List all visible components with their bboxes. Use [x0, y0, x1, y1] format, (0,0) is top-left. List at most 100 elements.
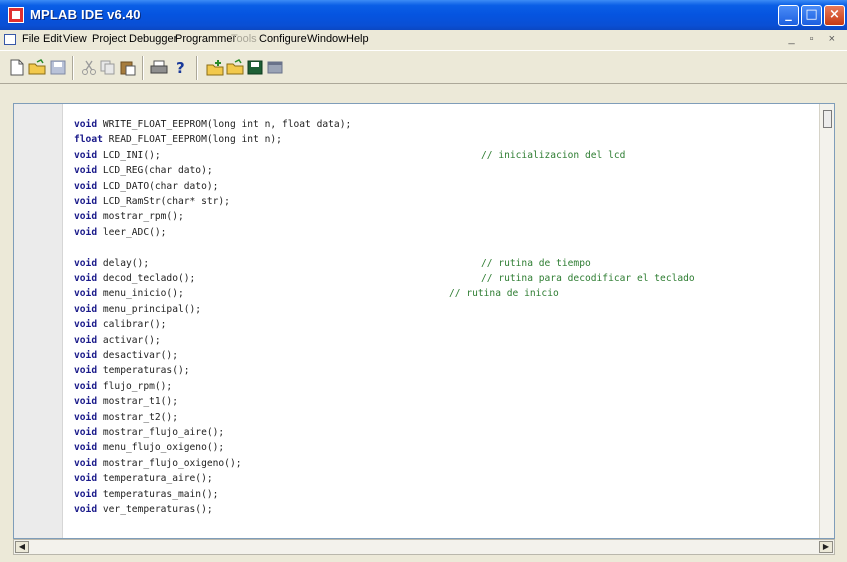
code-keyword: void — [74, 303, 98, 315]
menu-window[interactable]: Window — [307, 33, 346, 45]
mplab-app-icon[interactable] — [8, 7, 24, 23]
cut-icon[interactable] — [80, 59, 98, 76]
code-line[interactable]: void mostrar_flujo_aire(); — [74, 426, 224, 439]
code-line[interactable]: void mostrar_t1(); — [74, 395, 178, 408]
code-keyword: void — [74, 350, 98, 361]
line-gutter[interactable] — [14, 104, 63, 538]
code-line[interactable]: void mostrar_t2(); — [74, 411, 178, 424]
menu-help[interactable]: Help — [346, 33, 369, 45]
scroll-right-arrow-icon[interactable]: ▶ — [819, 541, 833, 553]
code-text: decod_teclado(); — [97, 273, 196, 284]
code-keyword: void — [74, 488, 98, 500]
code-line[interactable]: void WRITE_FLOAT_EEPROM(long int n, floa… — [74, 118, 351, 131]
code-editor[interactable]: void WRITE_FLOAT_EEPROM(long int n, floa… — [13, 103, 835, 539]
code-text: WRITE_FLOAT_EEPROM(long int n, float dat… — [97, 119, 352, 130]
code-keyword: void — [74, 396, 98, 408]
code-line[interactable]: void temperaturas_main(); — [74, 488, 218, 501]
code-text: desactivar(); — [97, 350, 178, 361]
code-line[interactable]: void LCD_INI(); // inicializacion del lcd — [74, 149, 625, 162]
close-button[interactable]: × — [824, 5, 845, 26]
menu-project[interactable]: Project — [92, 33, 126, 45]
code-text: menu_flujo_oxigeno(); — [97, 442, 225, 454]
menu-view[interactable]: View — [63, 33, 87, 45]
code-line[interactable]: void mostrar_rpm(); — [74, 210, 184, 223]
toolbar-separator — [196, 56, 198, 80]
save-icon[interactable] — [49, 59, 67, 76]
code-text: delay(); — [97, 257, 150, 269]
vertical-scroll-thumb[interactable] — [823, 110, 832, 128]
copy-icon[interactable] — [99, 59, 117, 76]
code-text: menu_inicio(); — [97, 288, 184, 300]
code-line[interactable]: void leer_ADC(); — [74, 226, 166, 239]
code-line[interactable]: void menu_flujo_oxigeno(); — [74, 441, 224, 454]
code-line[interactable]: void activar(); — [74, 334, 161, 347]
code-comment: // rutina para decodificar el teclado — [481, 273, 695, 284]
menu-programmer[interactable]: Programmer — [175, 33, 236, 45]
code-keyword: float — [74, 134, 103, 146]
code-line[interactable]: void desactivar(); — [74, 349, 178, 362]
code-text: mostrar_flujo_aire(); — [97, 427, 225, 438]
code-line[interactable]: void menu_inicio(); // rutina de inicio — [74, 287, 559, 300]
code-text: mostrar_rpm(); — [97, 211, 184, 223]
menu-debugger[interactable]: Debugger — [129, 33, 177, 45]
code-line[interactable]: void flujo_rpm(); — [74, 380, 172, 393]
scroll-left-arrow-icon[interactable]: ◀ — [15, 541, 29, 553]
code-keyword: void — [74, 411, 98, 423]
open-folder-icon[interactable] — [28, 59, 46, 76]
help-icon[interactable]: ? — [172, 59, 190, 77]
code-text: ver_temperaturas(); — [97, 504, 213, 515]
code-text: menu_principal(); — [97, 303, 202, 315]
code-text: activar(); — [97, 334, 161, 346]
code-text: LCD_REG(char dato); — [97, 165, 213, 177]
code-line[interactable]: void mostrar_flujo_oxigeno(); — [74, 457, 242, 470]
code-text: mostrar_t1(); — [97, 396, 178, 408]
open-project-icon[interactable] — [226, 59, 244, 76]
code-line[interactable]: void temperaturas(); — [74, 364, 190, 377]
new-project-icon[interactable] — [206, 59, 224, 76]
code-text: leer_ADC(); — [97, 226, 167, 238]
code-line[interactable]: void LCD_DATO(char dato); — [74, 180, 218, 193]
code-line[interactable]: void LCD_RamStr(char* str); — [74, 195, 230, 208]
code-keyword: void — [74, 257, 98, 269]
code-line[interactable]: void decod_teclado(); // rutina para deco… — [74, 272, 695, 285]
code-text: temperatura_aire(); — [97, 473, 213, 485]
code-line[interactable]: void temperatura_aire(); — [74, 472, 213, 485]
code-line[interactable]: float READ_FLOAT_EEPROM(long int n); — [74, 133, 282, 146]
code-keyword: void — [74, 365, 98, 377]
print-icon[interactable] — [150, 59, 168, 76]
new-file-icon[interactable] — [8, 59, 26, 76]
code-line[interactable]: void delay(); // rutina de tiempo — [74, 257, 591, 270]
code-line[interactable]: void ver_temperaturas(); — [74, 503, 213, 516]
vertical-scrollbar[interactable] — [819, 104, 834, 538]
code-text: mostrar_flujo_oxigeno(); — [97, 457, 242, 469]
code-keyword: void — [74, 457, 98, 469]
code-text: LCD_DATO(char dato); — [97, 180, 219, 192]
menu-configure[interactable]: Configure — [259, 33, 307, 45]
code-keyword: void — [74, 273, 98, 284]
code-text: LCD_INI(); — [97, 149, 161, 161]
svg-text:?: ? — [176, 59, 185, 76]
menu-edit[interactable]: Edit — [43, 33, 62, 45]
mdi-controls[interactable]: _ ▫ × — [788, 33, 841, 45]
minimize-button[interactable]: _ — [778, 5, 799, 26]
code-text: temperaturas(); — [97, 365, 190, 377]
title-bar[interactable]: MPLAB IDE v6.40 _ □ × — [0, 0, 847, 30]
code-keyword: void — [74, 119, 98, 130]
paste-icon[interactable] — [119, 59, 137, 76]
document-icon[interactable] — [4, 34, 16, 45]
code-keyword: void — [74, 149, 98, 161]
code-keyword: void — [74, 165, 98, 177]
menu-tools[interactable]: Tools — [231, 33, 257, 45]
menu-file[interactable]: File — [22, 33, 40, 45]
code-line[interactable]: void calibrar(); — [74, 318, 166, 331]
code-comment: // inicializacion del lcd — [481, 149, 626, 161]
mplab-window: MPLAB IDE v6.40 _ □ × _ ▫ × File Edit View… — [0, 0, 847, 562]
code-keyword: void — [74, 504, 98, 515]
code-line[interactable]: void menu_principal(); — [74, 303, 201, 316]
maximize-button[interactable]: □ — [801, 5, 822, 26]
horizontal-scrollbar[interactable]: ◀ ▶ — [13, 539, 835, 555]
project-window-icon[interactable] — [266, 59, 284, 76]
code-text: temperaturas_main(); — [97, 488, 219, 500]
save-workspace-icon[interactable] — [246, 59, 264, 76]
code-line[interactable]: void LCD_REG(char dato); — [74, 164, 213, 177]
